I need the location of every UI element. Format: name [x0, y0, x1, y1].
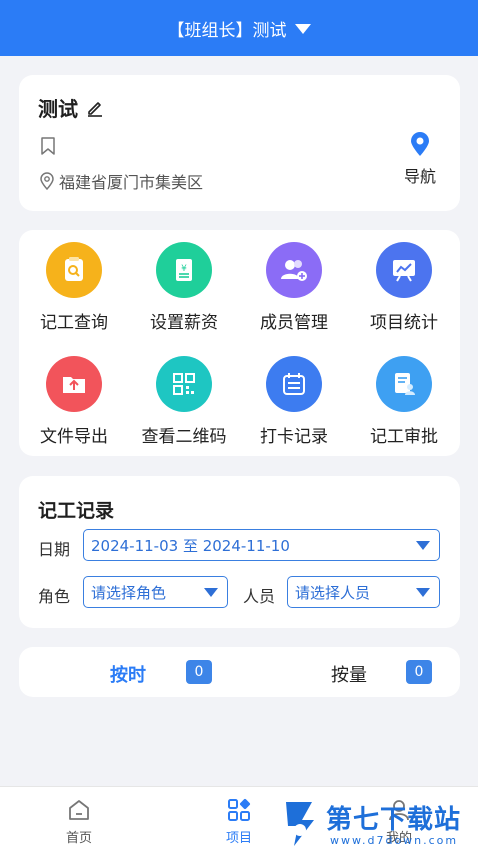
qrcode-icon [156, 356, 212, 412]
edit-icon[interactable] [86, 99, 104, 117]
tab-by-quantity[interactable]: 按量 [331, 661, 367, 687]
watermark-logo-icon [286, 802, 314, 846]
chart-board-icon [376, 242, 432, 298]
by-quantity-count-badge: 0 [406, 660, 432, 684]
project-address: 福建省厦门市集美区 [59, 173, 204, 192]
person-placeholder: 请选择人员 [295, 583, 371, 602]
tab-home[interactable]: 首页 [49, 797, 109, 846]
role-placeholder: 请选择角色 [91, 583, 167, 602]
menu-item-work-query[interactable]: 记工查询 [19, 242, 129, 333]
grid-apps-icon [228, 798, 251, 821]
navigation-label: 导航 [403, 167, 436, 186]
menu-label: 项目统计 [370, 313, 438, 333]
record-title: 记工记录 [38, 500, 115, 522]
map-pin-icon [411, 132, 429, 156]
date-label: 日期 [38, 540, 71, 559]
bookmark-icon[interactable] [40, 137, 56, 159]
work-record-card: 记工记录 日期 2024-11-03 至 2024-11-10 角色 请选择角色… [19, 476, 460, 628]
project-title-row: 测试 [38, 93, 104, 122]
project-address-row: 福建省厦门市集美区 [39, 169, 203, 193]
dropdown-arrow-icon [416, 588, 430, 597]
menu-label: 记工审批 [370, 427, 438, 447]
dropdown-arrow-icon [204, 588, 218, 597]
date-range-value: 2024-11-03 至 2024-11-10 [91, 536, 290, 555]
menu-item-file-export[interactable]: 文件导出 [19, 356, 129, 447]
person-select[interactable]: 请选择人员 [287, 576, 440, 608]
tab-by-time[interactable]: 按时 [110, 661, 146, 687]
menu-label: 记工查询 [40, 313, 108, 333]
menu-item-statistics[interactable]: 项目统计 [349, 242, 459, 333]
menu-item-members[interactable]: 成员管理 [239, 242, 349, 333]
menu-label: 打卡记录 [260, 427, 328, 447]
role-project-switcher[interactable]: 【班组长】测试 [0, 0, 478, 56]
tab-home-label: 首页 [65, 831, 92, 846]
menu-item-approval[interactable]: 记工审批 [349, 356, 459, 447]
svg-text:¥: ¥ [181, 264, 187, 274]
tab-project-label: 项目 [225, 831, 252, 846]
menu-label: 设置薪资 [150, 313, 218, 333]
salary-icon: ¥ [156, 242, 212, 298]
person-label: 人员 [243, 587, 276, 606]
dropdown-arrow-icon [416, 541, 430, 550]
home-icon [69, 800, 89, 820]
menu-label: 文件导出 [40, 427, 108, 447]
project-card: 测试 福建省厦门市集美区 导航 [19, 75, 460, 211]
calendar-icon [266, 356, 322, 412]
folder-upload-icon [46, 356, 102, 412]
date-range-select[interactable]: 2024-11-03 至 2024-11-10 [83, 529, 440, 561]
menu-item-salary[interactable]: ¥ 设置薪资 [129, 242, 239, 333]
location-pin-icon [40, 172, 54, 190]
watermark-text: 第七下载站 [326, 805, 462, 835]
tab-project[interactable]: 项目 [209, 797, 269, 846]
role-select[interactable]: 请选择角色 [83, 576, 228, 608]
header-title: 【班组长】测试 [167, 20, 287, 41]
menu-item-qrcode[interactable]: 查看二维码 [129, 356, 239, 447]
approval-icon [376, 356, 432, 412]
chevron-down-icon [294, 24, 311, 34]
watermark-url: www.d7down.com [330, 834, 459, 847]
project-name: 测试 [38, 97, 78, 121]
search-doc-icon [46, 242, 102, 298]
menu-label: 成员管理 [260, 313, 328, 333]
members-icon [266, 242, 322, 298]
menu-label: 查看二维码 [141, 427, 227, 447]
feature-menu: 记工查询 ¥ 设置薪资 成员管理 项目统计 文件导出 查看二维码 打卡记录 记工… [19, 230, 460, 456]
role-label: 角色 [38, 587, 71, 606]
navigation-button[interactable]: 导航 [400, 131, 440, 187]
menu-item-clock-in[interactable]: 打卡记录 [239, 356, 349, 447]
stats-tabs: 按时 0 按量 0 [19, 647, 460, 697]
by-time-count-badge: 0 [186, 660, 212, 684]
watermark: 第七下载站 www.d7down.com [282, 796, 472, 850]
